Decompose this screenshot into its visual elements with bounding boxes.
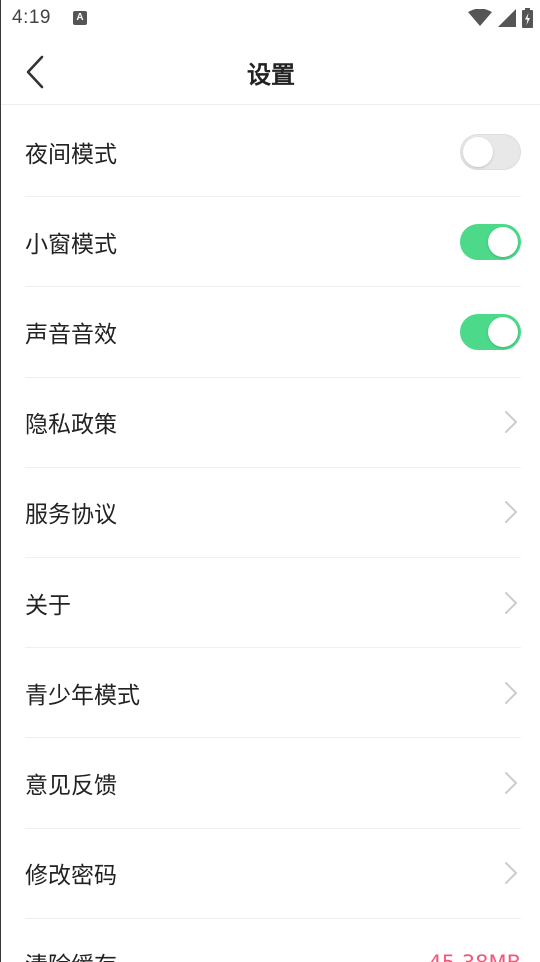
chevron-right-icon [501, 860, 521, 886]
chevron-right-icon [501, 409, 521, 435]
toggle-knob [488, 226, 518, 257]
page-title: 设置 [247, 61, 295, 89]
chevron-right-icon [501, 770, 521, 796]
setting-privacy-policy[interactable]: 隐私政策 [25, 378, 521, 468]
wifi-icon [468, 9, 492, 26]
settings-list: 夜间模式 小窗模式 声音音效 隐私政策 服务协议 关于 青少年模式 意见反馈 修… [1, 107, 540, 962]
setting-about[interactable]: 关于 [25, 558, 521, 649]
signal-icon [498, 9, 516, 27]
setting-clear-cache[interactable]: 清除缓存 45.38MB [25, 919, 521, 962]
setting-label: 清除缓存 [25, 946, 117, 962]
chevron-right-icon [501, 499, 521, 525]
toggle-knob [463, 136, 493, 167]
setting-label: 服务协议 [25, 502, 117, 529]
setting-feedback[interactable]: 意见反馈 [25, 738, 521, 829]
setting-label: 声音音效 [25, 321, 117, 348]
chevron-right-icon [501, 590, 521, 616]
settings-screen: 4:19 A 设置 夜间模式 小窗模式 声音音效 隐私政策 服务协议 关于 青少… [0, 0, 540, 962]
setting-service-agreement[interactable]: 服务协议 [25, 468, 521, 558]
setting-label: 意见反馈 [25, 772, 117, 799]
title-bar: 设置 [1, 38, 540, 105]
night-mode-toggle[interactable] [460, 133, 521, 170]
toggle-knob [488, 316, 518, 347]
status-time: 4:19 [12, 7, 51, 28]
chevron-right-icon [501, 680, 521, 706]
setting-label: 小窗模式 [25, 231, 117, 258]
mini-window-toggle[interactable] [460, 223, 521, 260]
cache-size-value: 45.38MB [428, 951, 521, 962]
status-icons [468, 7, 533, 29]
setting-teen-mode[interactable]: 青少年模式 [25, 648, 521, 739]
setting-change-password[interactable]: 修改密码 [25, 829, 521, 919]
setting-label: 青少年模式 [25, 682, 140, 709]
setting-label: 修改密码 [25, 863, 117, 890]
setting-night-mode[interactable]: 夜间模式 [25, 107, 521, 198]
setting-label: 夜间模式 [25, 141, 117, 168]
sound-effects-toggle[interactable] [460, 313, 521, 350]
setting-mini-window-mode[interactable]: 小窗模式 [25, 197, 521, 288]
status-bar: 4:19 A [1, 0, 540, 38]
notification-icon: A [73, 11, 87, 25]
setting-sound-effects[interactable]: 声音音效 [25, 287, 521, 378]
setting-label: 关于 [25, 592, 71, 619]
battery-icon [522, 8, 533, 28]
setting-label: 隐私政策 [25, 412, 117, 439]
